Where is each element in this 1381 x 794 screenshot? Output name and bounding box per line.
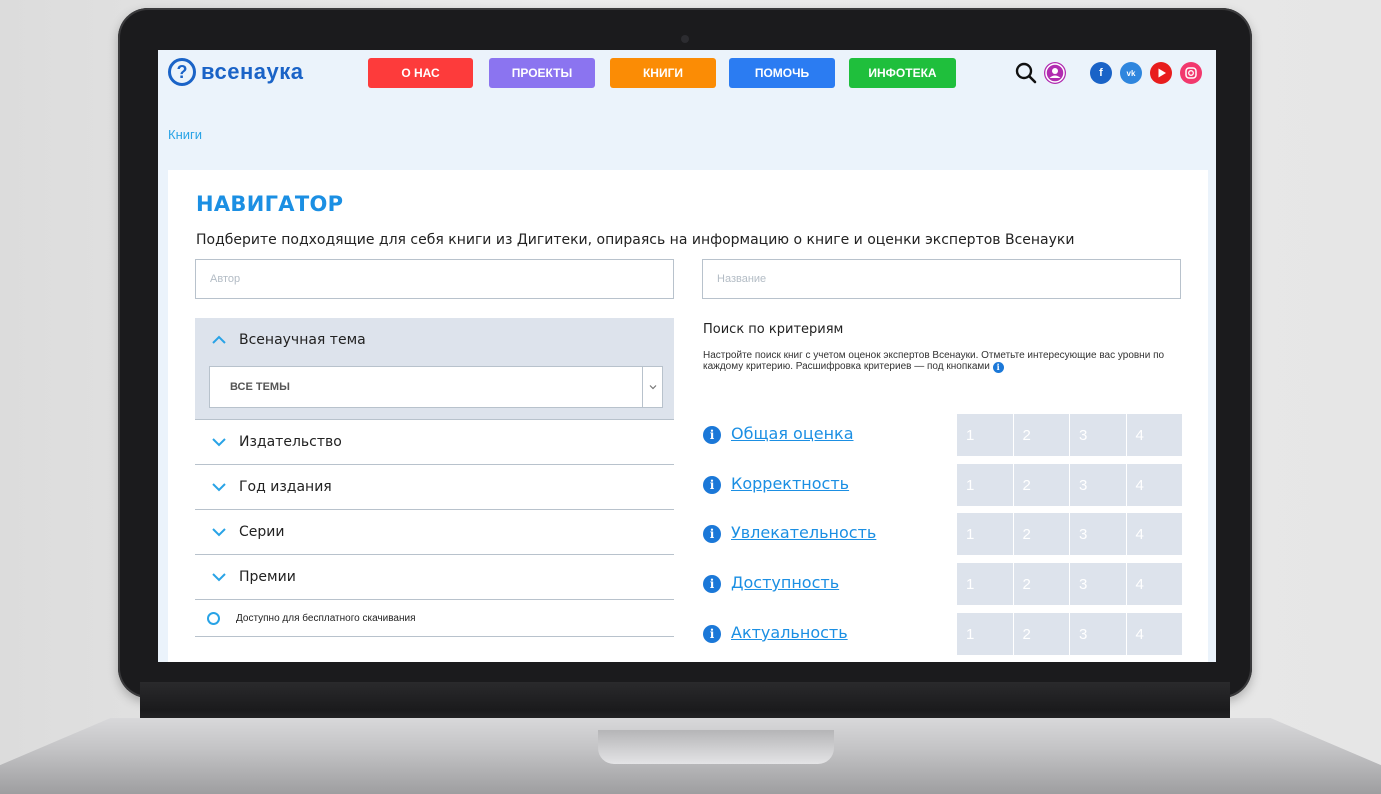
info-icon[interactable]: i xyxy=(703,525,721,543)
criterion-correctness-levels: 1 2 3 4 xyxy=(957,464,1182,506)
criterion-accessibility-link[interactable]: Доступность xyxy=(731,573,839,592)
criteria-description: Настройте поиск книг с учетом оценок экс… xyxy=(703,350,1173,373)
level-2-button[interactable]: 2 xyxy=(1013,513,1069,555)
criterion-engagement: i Увлекательность 1 2 3 4 xyxy=(703,513,1182,555)
search-icon[interactable] xyxy=(1014,61,1038,85)
chevron-up-icon xyxy=(212,335,226,344)
criterion-correctness: i Корректность 1 2 3 4 xyxy=(703,464,1182,506)
webcam xyxy=(681,35,689,43)
title-input[interactable] xyxy=(702,259,1181,299)
level-3-button[interactable]: 3 xyxy=(1070,513,1126,555)
criterion-accessibility-levels: 1 2 3 4 xyxy=(957,563,1182,605)
criterion-relevance-levels: 1 2 3 4 xyxy=(957,613,1182,655)
awards-filter[interactable]: Премии xyxy=(195,555,674,600)
criterion-engagement-link[interactable]: Увлекательность xyxy=(731,523,876,542)
level-4-button[interactable]: 4 xyxy=(1126,414,1182,456)
level-4-button[interactable]: 4 xyxy=(1126,513,1182,555)
criterion-overall-link[interactable]: Общая оценка xyxy=(731,424,854,443)
nav-help-button[interactable]: ПОМОЧЬ xyxy=(729,58,835,88)
level-1-button[interactable]: 1 xyxy=(957,563,1013,605)
year-filter[interactable]: Год издания xyxy=(195,465,674,510)
user-icon[interactable] xyxy=(1044,62,1066,84)
info-icon: i xyxy=(992,362,1004,373)
chevron-down-icon[interactable] xyxy=(642,367,662,407)
level-2-button[interactable]: 2 xyxy=(1013,613,1069,655)
criterion-relevance-link[interactable]: Актуальность xyxy=(731,623,848,642)
criterion-relevance: i Актуальность 1 2 3 4 xyxy=(703,613,1182,655)
awards-filter-label: Премии xyxy=(239,569,296,585)
publisher-filter[interactable]: Издательство xyxy=(195,420,674,465)
criterion-overall: i Общая оценка 1 2 3 4 xyxy=(703,414,1182,456)
logo-text: всенаука xyxy=(201,59,304,84)
topic-select-value: ВСЕ ТЕМЫ xyxy=(230,381,290,393)
series-filter[interactable]: Серии xyxy=(195,510,674,555)
site-header: ? всенаука О НАС ПРОЕКТЫ КНИГИ ПОМОЧЬ ИН… xyxy=(158,50,1216,96)
info-icon[interactable]: i xyxy=(703,575,721,593)
chevron-down-icon xyxy=(212,573,226,582)
free-download-radio[interactable] xyxy=(207,611,220,625)
screen: ? всенаука О НАС ПРОЕКТЫ КНИГИ ПОМОЧЬ ИН… xyxy=(158,50,1216,662)
level-1-button[interactable]: 1 xyxy=(957,613,1013,655)
nav-projects-button[interactable]: ПРОЕКТЫ xyxy=(489,58,595,88)
publisher-filter-label: Издательство xyxy=(239,434,342,450)
page-title: НАВИГАТОР xyxy=(196,192,344,216)
criterion-engagement-levels: 1 2 3 4 xyxy=(957,513,1182,555)
level-1-button[interactable]: 1 xyxy=(957,513,1013,555)
topic-filter-label: Всенаучная тема xyxy=(239,332,366,348)
facebook-icon[interactable]: f xyxy=(1090,62,1112,84)
criteria-title: Поиск по критериям xyxy=(703,322,844,337)
criteria-description-text: Настройте поиск книг с учетом оценок экс… xyxy=(703,350,1165,372)
nav-books-button[interactable]: КНИГИ xyxy=(610,58,716,88)
level-4-button[interactable]: 4 xyxy=(1126,613,1182,655)
info-icon[interactable]: i xyxy=(703,426,721,444)
level-2-button[interactable]: 2 xyxy=(1013,563,1069,605)
info-icon[interactable]: i xyxy=(703,625,721,643)
level-2-button[interactable]: 2 xyxy=(1013,414,1069,456)
level-1-button[interactable]: 1 xyxy=(957,464,1013,506)
level-2-button[interactable]: 2 xyxy=(1013,464,1069,506)
level-3-button[interactable]: 3 xyxy=(1070,464,1126,506)
level-4-button[interactable]: 4 xyxy=(1126,563,1182,605)
chevron-down-icon xyxy=(212,438,226,447)
laptop-notch xyxy=(598,730,834,764)
youtube-icon[interactable] xyxy=(1150,62,1172,84)
nav-infoteka-button[interactable]: ИНФОТЕКА xyxy=(849,58,956,88)
logo[interactable]: ? всенаука xyxy=(168,58,303,86)
criterion-accessibility: i Доступность 1 2 3 4 xyxy=(703,563,1182,605)
breadcrumb-books-link[interactable]: Книги xyxy=(168,127,202,142)
vk-glyph: vk xyxy=(1126,68,1136,78)
criterion-correctness-link[interactable]: Корректность xyxy=(731,474,849,493)
level-3-button[interactable]: 3 xyxy=(1070,414,1126,456)
free-download-option[interactable]: Доступно для бесплатного скачивания xyxy=(195,600,674,637)
topic-filter: Всенаучная тема ВСЕ ТЕМЫ xyxy=(195,318,674,420)
year-filter-label: Год издания xyxy=(239,479,332,495)
author-input[interactable] xyxy=(195,259,674,299)
series-filter-label: Серии xyxy=(239,524,285,540)
free-download-label: Доступно для бесплатного скачивания xyxy=(236,612,416,624)
instagram-icon[interactable] xyxy=(1180,62,1202,84)
facebook-glyph: f xyxy=(1099,67,1103,79)
logo-question-icon: ? xyxy=(168,58,196,86)
topic-select[interactable]: ВСЕ ТЕМЫ xyxy=(209,366,663,408)
level-3-button[interactable]: 3 xyxy=(1070,563,1126,605)
page-subtitle: Подберите подходящие для себя книги из Д… xyxy=(196,232,1075,248)
level-3-button[interactable]: 3 xyxy=(1070,613,1126,655)
topic-filter-toggle[interactable]: Всенаучная тема xyxy=(209,330,366,350)
nav-about-button[interactable]: О НАС xyxy=(368,58,473,88)
criterion-overall-levels: 1 2 3 4 xyxy=(957,414,1182,456)
level-1-button[interactable]: 1 xyxy=(957,414,1013,456)
vk-icon[interactable]: vk xyxy=(1120,62,1142,84)
level-4-button[interactable]: 4 xyxy=(1126,464,1182,506)
info-icon[interactable]: i xyxy=(703,476,721,494)
chevron-down-icon xyxy=(212,483,226,492)
chevron-down-icon xyxy=(212,528,226,537)
navigator-card: НАВИГАТОР Подберите подходящие для себя … xyxy=(168,170,1208,662)
